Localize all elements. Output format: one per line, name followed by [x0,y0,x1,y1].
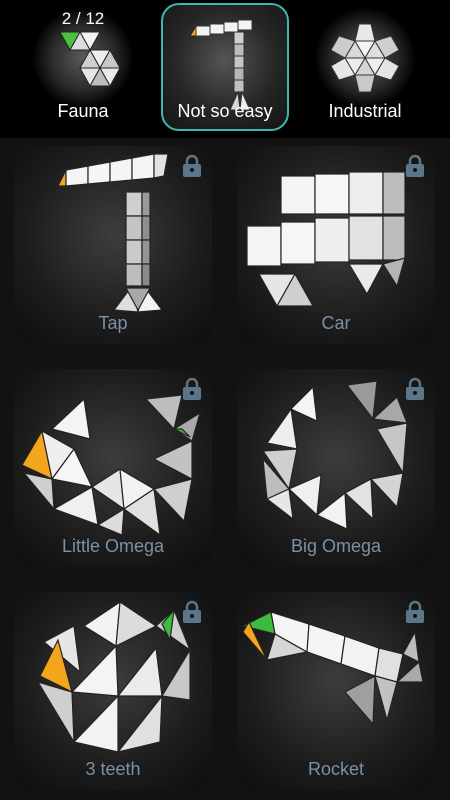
category-not-so-easy[interactable]: Not so easy [160,0,290,138]
lock-icon [183,600,201,623]
category-bar: 2 / 12 Fauna Not so easy Industrial [0,0,450,138]
puzzle-name: Little Omega [61,536,165,556]
category-progress-count: 2 / 12 [61,9,105,28]
lock-icon [183,154,201,177]
puzzle-card-little-omega[interactable]: Little Omega [14,369,212,567]
category-label: Industrial [328,101,402,121]
lock-icon [406,600,424,623]
category-label: Fauna [57,101,109,121]
puzzle-name: Rocket [307,759,365,779]
puzzle-card-rocket[interactable]: Rocket [237,592,435,790]
puzzle-name: Tap [98,313,128,333]
category-fauna[interactable]: 2 / 12 Fauna [18,0,148,138]
puzzle-name: Car [321,313,351,333]
puzzle-name: Big Omega [290,536,382,556]
lock-icon [183,377,201,400]
puzzle-card-3-teeth[interactable]: 3 teeth [14,592,212,790]
category-industrial[interactable]: Industrial [300,0,430,138]
puzzle-card-car[interactable]: Car [237,146,435,344]
lock-icon [406,154,424,177]
puzzle-card-big-omega[interactable]: Big Omega [237,369,435,567]
lock-icon [406,377,424,400]
category-label: Not so easy [177,101,273,121]
puzzle-name: 3 teeth [85,759,141,779]
puzzle-card-tap[interactable]: Tap [14,146,212,344]
